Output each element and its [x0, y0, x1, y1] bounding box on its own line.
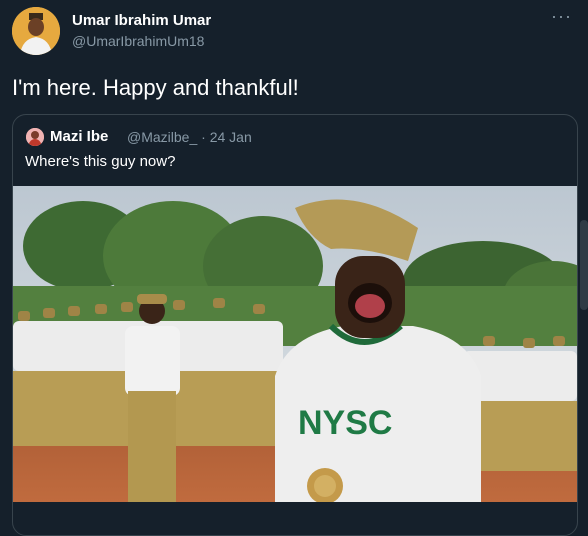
- quoted-date[interactable]: · 24 Jan: [201, 129, 252, 145]
- quoted-name[interactable]: Mazi Ibe: [50, 128, 108, 146]
- ellipsis-icon[interactable]: ···: [551, 6, 572, 27]
- quoted-handle[interactable]: @Mazilbe_: [127, 129, 197, 145]
- scrollbar[interactable]: [580, 220, 588, 310]
- quoted-avatar[interactable]: [26, 128, 44, 146]
- author-name[interactable]: Umar Ibrahim Umar: [72, 12, 211, 30]
- quoted-avatar-photo: [26, 128, 44, 146]
- author-handle[interactable]: @UmarIbrahimUm18: [72, 32, 204, 50]
- quoted-image[interactable]: NYSC: [13, 186, 577, 502]
- quoted-meta: @Mazilbe_ · 24 Jan: [127, 128, 252, 146]
- nysc-camp-photo: NYSC: [13, 186, 577, 502]
- tweet-text: I'm here. Happy and thankful!: [12, 75, 299, 100]
- shirt-text: NYSC: [298, 404, 392, 442]
- author-avatar[interactable]: [12, 7, 60, 55]
- quoted-text: Where's this guy now?: [25, 153, 176, 170]
- profile-photo: [12, 7, 60, 55]
- quoted-tweet[interactable]: Mazi Ibe @Mazilbe_ · 24 Jan Where's this…: [12, 114, 578, 536]
